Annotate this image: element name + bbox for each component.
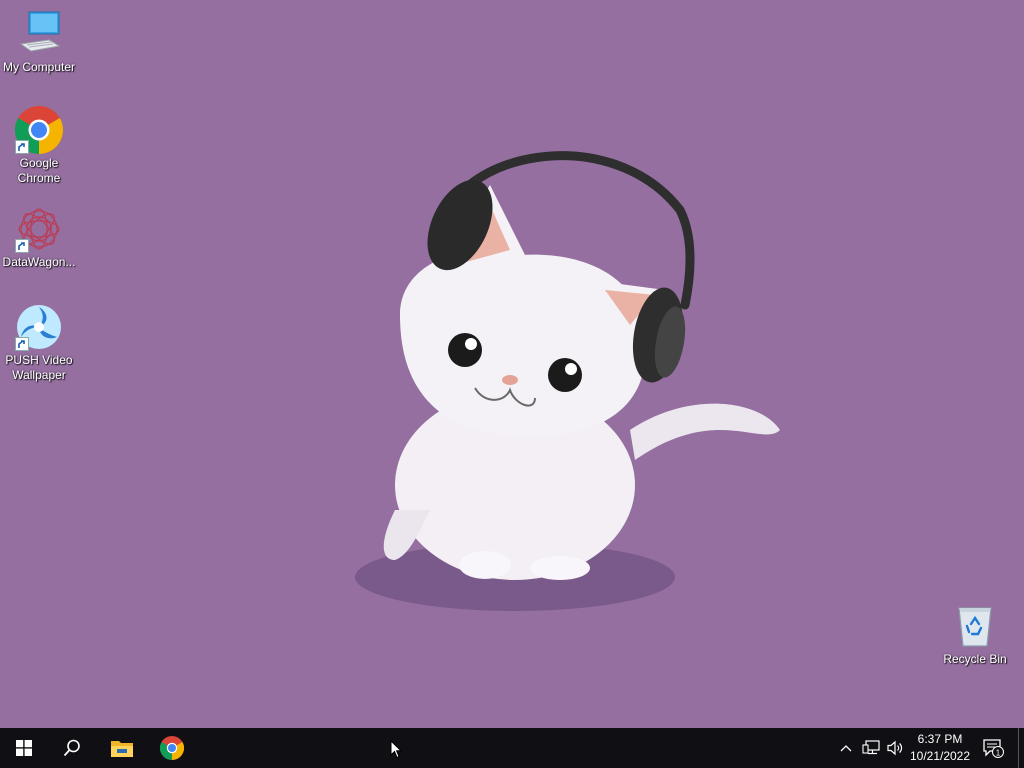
desktop-icon-push-video-wallpaper[interactable]: PUSH Video Wallpaper [0,303,78,383]
notification-icon: 1 [983,739,1004,758]
desktop-icon-recycle-bin[interactable]: Recycle Bin [936,602,1014,667]
volume-tray-button[interactable] [884,728,906,768]
desktop-icon-label: DataWagon... [2,255,76,269]
taskbar: 6:37 PM 10/21/2022 1 [0,728,1024,768]
wallpaper-cat-image [355,151,780,611]
desktop-icon-label: Google Chrome [17,156,61,185]
start-button[interactable] [0,728,48,768]
recycle-bin-icon [951,602,999,650]
desktop-icon-my-computer[interactable]: My Computer [0,10,78,75]
shortcut-arrow-icon [15,337,29,351]
datawagon-icon [15,205,63,253]
desktop[interactable]: My Computer Google Chrome DataWagon... P… [0,0,1024,728]
folder-icon [111,741,133,757]
windows-logo-icon [16,740,32,756]
action-center-button[interactable]: 1 [978,728,1008,768]
desktop-icon-label: My Computer [2,60,76,74]
show-hidden-icons-button[interactable] [836,728,856,768]
chevron-up-icon [840,745,852,752]
network-tray-button[interactable] [860,728,882,768]
clock-time: 6:37 PM [917,732,963,746]
mouse-cursor-icon [390,740,402,759]
show-desktop-button[interactable] [1018,728,1024,768]
file-explorer-taskbar-button[interactable] [98,728,146,768]
desktop-icon-label: PUSH Video Wallpaper [5,353,73,382]
taskbar-clock[interactable]: 6:37 PM 10/21/2022 [904,728,976,768]
clock-date: 10/21/2022 [909,749,971,763]
shortcut-arrow-icon [15,239,29,253]
shortcut-arrow-icon [15,140,29,154]
network-icon [862,740,880,755]
push-video-wallpaper-icon [15,303,63,351]
desktop-icon-datawagon[interactable]: DataWagon... [0,205,78,270]
computer-icon [15,10,63,58]
desktop-icon-google-chrome[interactable]: Google Chrome [0,106,78,186]
search-icon [63,739,80,757]
chrome-taskbar-button[interactable] [148,728,196,768]
chrome-icon [160,736,184,760]
search-button[interactable] [48,728,96,768]
desktop-icon-label: Recycle Bin [943,652,1007,666]
speaker-icon [887,740,903,756]
chrome-icon [14,106,64,154]
notification-count-badge: 1 [996,748,1001,757]
